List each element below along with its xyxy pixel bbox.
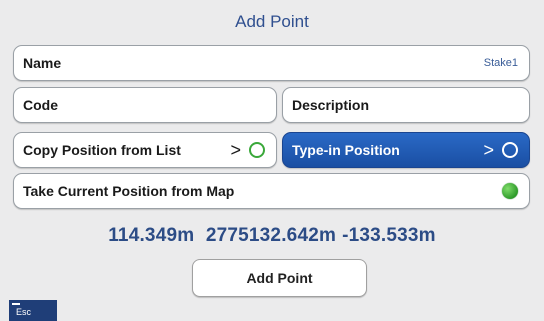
name-field[interactable]: Name Stake1 xyxy=(13,45,530,81)
coordinate-third: -133.533m xyxy=(342,225,436,246)
type-in-position-label: Type-in Position xyxy=(292,142,400,158)
code-field-label: Code xyxy=(23,97,58,113)
type-in-position-option[interactable]: Type-in Position > xyxy=(282,132,530,168)
description-field-label: Description xyxy=(292,97,370,113)
take-position-from-map-option[interactable]: Take Current Position from Map xyxy=(13,173,530,209)
copy-position-label: Copy Position from List xyxy=(23,142,181,158)
coordinate-second: 2775132.642m xyxy=(205,225,337,246)
description-field[interactable]: Description xyxy=(282,87,530,123)
coordinate-first: 114.349m xyxy=(108,225,195,246)
coordinates-readout: 114.349m 2775132.642m -133.533m xyxy=(0,225,544,247)
chevron-right-icon: > xyxy=(230,140,241,160)
copy-position-from-list-option[interactable]: Copy Position from List > xyxy=(13,132,277,168)
take-position-label: Take Current Position from Map xyxy=(23,183,235,199)
radio-unselected-icon xyxy=(502,142,518,158)
dialog-title: Add Point xyxy=(235,12,309,31)
name-field-label: Name xyxy=(23,55,62,71)
code-field[interactable]: Code xyxy=(13,87,277,123)
radio-unselected-icon xyxy=(249,142,265,158)
add-point-button[interactable]: Add Point xyxy=(192,259,367,297)
status-green-dot-icon xyxy=(502,183,518,199)
chevron-right-icon: > xyxy=(483,140,494,160)
esc-button[interactable]: Esc xyxy=(9,300,57,321)
name-field-value: Stake1 xyxy=(483,57,518,69)
